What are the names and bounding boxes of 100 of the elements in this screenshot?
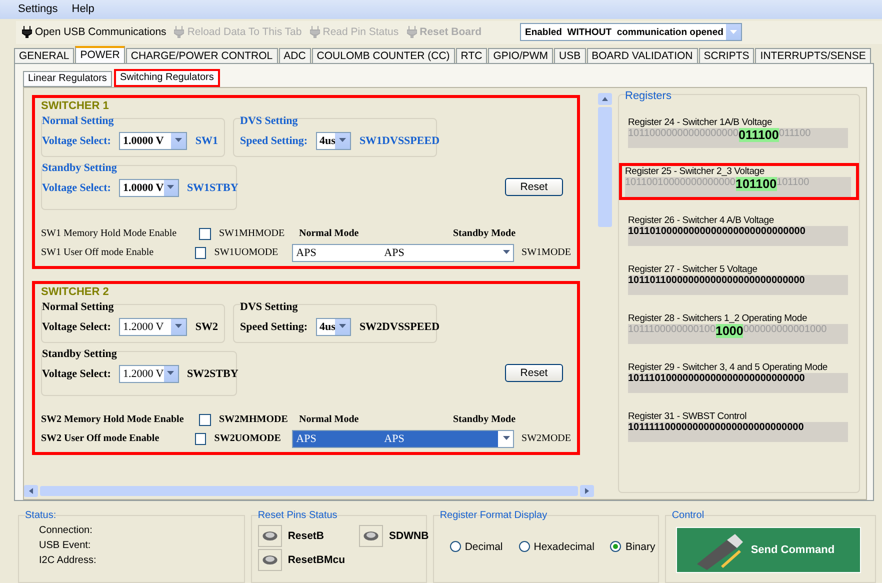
status-label: I2C Address: — [39, 554, 98, 566]
column-heading: Normal Mode — [299, 414, 360, 426]
register-field-name: SW1UOMODE — [214, 247, 280, 258]
register-value: 10111110000000000000000000000000 — [628, 422, 848, 442]
voltage-label: Voltage Select: — [42, 320, 111, 333]
register-label: Register 28 - Switchers 1_2 Operating Mode — [628, 312, 808, 324]
radio-option[interactable]: Binary — [610, 540, 656, 553]
mode-dropdown[interactable]: APS APS — [292, 244, 514, 262]
status-label: USB Event: — [39, 540, 92, 551]
scroll-right-icon[interactable] — [580, 484, 594, 497]
register-field-name: SW1 — [195, 134, 218, 147]
tab[interactable]: CHARGE/POWER CONTROL — [126, 48, 278, 63]
register-label: Register 31 - SWBST Control — [628, 410, 748, 422]
register-label: Register 27 - Switcher 5 Voltage — [628, 264, 758, 275]
option-label: SW1 User Off mode Enable — [41, 247, 155, 258]
column-heading: Standby Mode — [453, 228, 516, 240]
sub-tab[interactable]: Switching Regulators — [114, 68, 220, 87]
checkbox[interactable] — [194, 432, 206, 445]
reset-button[interactable]: Reset — [505, 364, 563, 382]
scroll-up-icon[interactable] — [598, 92, 612, 105]
checkbox[interactable] — [199, 228, 211, 240]
register-value: 10110100000000000000000000000000 — [628, 226, 848, 246]
tab[interactable]: SCRIPTS — [698, 48, 754, 63]
reset-button[interactable]: Reset — [505, 178, 563, 196]
group-title: Standby Setting — [42, 348, 118, 360]
mode-dropdown[interactable]: APS APS — [292, 430, 514, 448]
radio-option[interactable]: Decimal — [450, 540, 503, 553]
radio-option[interactable]: Hexadecimal — [518, 540, 594, 553]
plug-icon — [174, 26, 184, 38]
option-label: SW2 Memory Hold Mode Enable — [41, 414, 185, 426]
tab[interactable]: RTC — [456, 48, 488, 63]
tab[interactable]: INTERRUPTS/SENSE — [755, 48, 871, 63]
register-field-name: SW1MODE — [522, 247, 571, 258]
group-title: Control — [672, 510, 706, 521]
status-label: Connection: — [39, 524, 94, 536]
speed-dropdown[interactable]: 4us — [316, 318, 352, 336]
sub-tab[interactable]: Linear Regulators — [23, 70, 112, 87]
register-field-name: SW2MHMODE — [219, 414, 289, 426]
checkbox[interactable] — [199, 414, 211, 426]
voltage-dropdown[interactable]: 1.0000 V — [118, 178, 179, 197]
voltage-label: Voltage Select: — [42, 368, 111, 380]
register-field-name: SW1DVSSPEED — [359, 134, 440, 147]
led-icon — [258, 548, 282, 571]
checkbox[interactable] — [194, 246, 206, 259]
scrollbar-thumb[interactable] — [598, 106, 612, 227]
voltage-label: Voltage Select: — [42, 134, 111, 147]
register-label: Register 25 - Switcher 2_3 Voltage — [625, 166, 766, 177]
pin-status-button[interactable]: SDWNB — [359, 524, 429, 547]
tab[interactable]: ADC — [278, 48, 311, 63]
tab[interactable]: COULOMB COUNTER (CC) — [312, 48, 455, 63]
group-title: Standby Setting — [42, 162, 118, 174]
register-field-name: SW2UOMODE — [214, 433, 282, 444]
group-title: DVS Setting — [240, 300, 299, 313]
tab[interactable]: BOARD VALIDATION — [586, 48, 698, 63]
register-field-name: SW2DVSSPEED — [359, 320, 440, 333]
register-label: Register 24 - Switcher 1A/B Voltage — [628, 116, 774, 128]
plug-icon — [22, 26, 32, 38]
column-heading: Standby Mode — [453, 414, 516, 426]
mode-dropdown[interactable]: Enabled WITHOUT communication opened — [520, 23, 742, 42]
voltage-dropdown[interactable]: 1.0000 V — [118, 132, 188, 150]
scroll-left-icon[interactable] — [24, 484, 38, 497]
column-heading: Normal Mode — [299, 228, 360, 240]
pin-status-button[interactable]: ResetB — [258, 524, 345, 547]
menu-item[interactable]: Help — [72, 3, 94, 16]
panel-title: Registers — [625, 90, 672, 102]
plug-icon — [310, 26, 320, 38]
speed-label: Speed Setting: — [240, 320, 308, 333]
register-label: Register 26 - Switcher 4 A/B Voltage — [628, 214, 775, 226]
tab[interactable]: GPIO/PWM — [488, 48, 554, 63]
register-label: Register 29 - Switcher 3, 4 and 5 Operating Mode — [628, 362, 829, 373]
send-command-button[interactable]: Send Command — [676, 526, 861, 573]
tab[interactable]: GENERAL — [14, 48, 74, 63]
caret-icon — [167, 185, 174, 190]
speed-label: Speed Setting: — [240, 134, 308, 147]
caret-icon — [730, 30, 737, 35]
voltage-dropdown[interactable]: 1.2000 V — [118, 318, 188, 336]
scrollbar-thumb[interactable] — [40, 486, 578, 496]
tab[interactable]: POWER — [75, 46, 125, 63]
pin-status-button[interactable]: ResetBMcu — [258, 548, 345, 571]
plug-icon — [406, 26, 417, 38]
voltage-dropdown[interactable]: 1.2000 V — [118, 364, 179, 383]
register-field-name: SW1MHMODE — [219, 228, 286, 240]
caret-icon — [339, 324, 346, 330]
caret-icon — [175, 324, 182, 330]
speed-dropdown[interactable]: 4us — [316, 132, 352, 150]
switcher-title: SWITCHER 1 — [41, 100, 110, 112]
group-title: Reset Pins Status — [258, 510, 338, 521]
voltage-label: Voltage Select: — [42, 182, 111, 194]
register-value: 10110110000000000000000000000000 — [628, 274, 848, 295]
menu-item[interactable]: Settings — [18, 3, 58, 16]
register-field-name: SW2 — [195, 320, 218, 333]
toolbar-button[interactable]: Open USB Communications — [22, 26, 166, 38]
led-icon — [258, 524, 282, 547]
switcher-title: SWITCHER 2 — [41, 286, 110, 298]
caret-icon — [175, 138, 182, 144]
group-title: Normal Setting — [42, 114, 115, 127]
tab[interactable]: USB — [554, 48, 586, 63]
led-icon — [359, 524, 383, 547]
caret-icon — [339, 138, 346, 144]
group-title: Status: — [25, 510, 58, 521]
